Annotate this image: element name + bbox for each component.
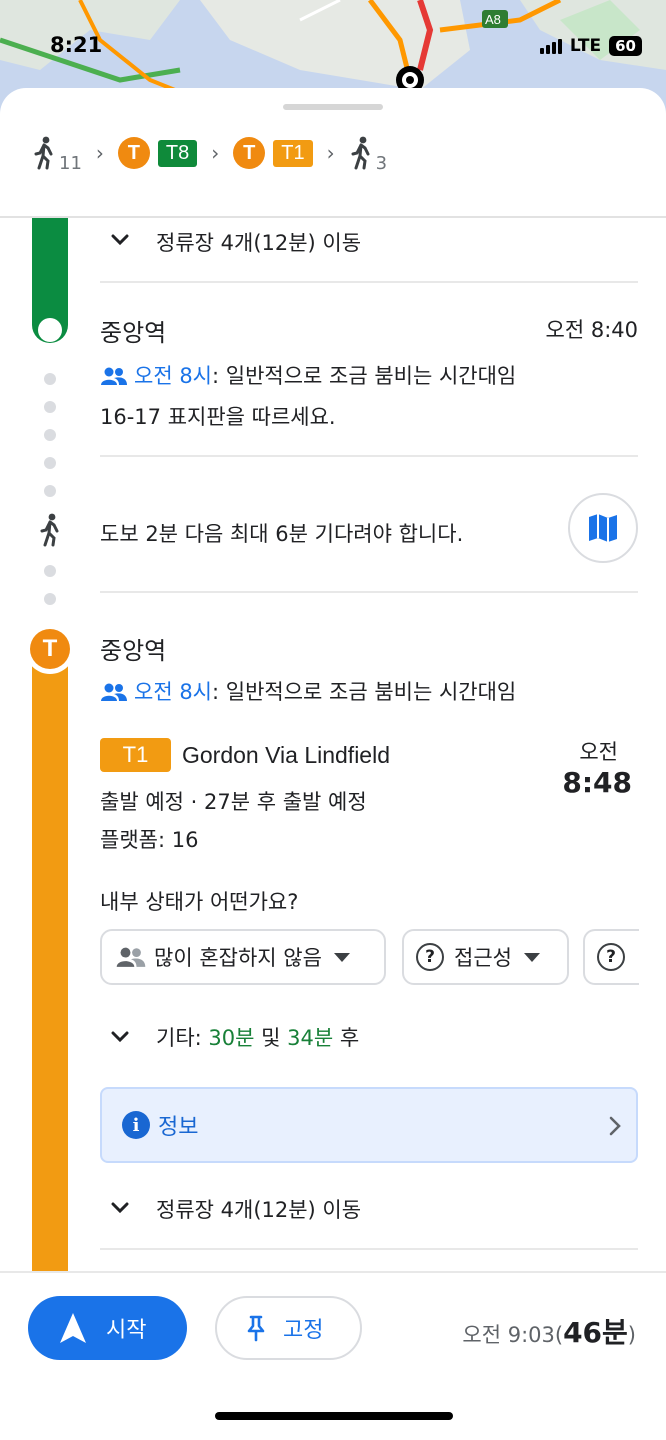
other-departures[interactable]: 기타: 30분 및 34분 후 xyxy=(156,1022,359,1052)
info-banner[interactable]: i 정보 xyxy=(100,1087,638,1163)
route-summary: 11 › T T8 › T T1 › 3 xyxy=(32,136,387,174)
departure-period: 오전 xyxy=(579,740,618,764)
departure-station-name: 중앙역 xyxy=(100,637,167,665)
people-icon xyxy=(101,683,127,701)
caret-down-icon xyxy=(523,952,540,962)
bottom-action-bar: 시작 고정 오전 9:03(46분) xyxy=(0,1271,666,1440)
network-label: LTE xyxy=(569,36,602,56)
road-label: A8 xyxy=(485,12,501,27)
walk-icon xyxy=(34,136,53,170)
crowd-time: 오전 8시 xyxy=(134,364,212,388)
divider xyxy=(100,1248,638,1250)
help-icon: ? xyxy=(597,943,625,971)
navigation-arrow-icon xyxy=(60,1313,86,1343)
walk-dot xyxy=(44,373,56,385)
pin-button-label: 고정 xyxy=(283,1318,324,1343)
divider xyxy=(100,591,638,593)
pin-button[interactable]: 고정 xyxy=(215,1296,362,1360)
arrival-time-text: 오전 9:03( xyxy=(462,1323,564,1347)
train-icon: T xyxy=(30,629,70,669)
walk-dot xyxy=(44,593,56,605)
divider xyxy=(100,281,638,283)
signal-icon xyxy=(539,38,562,54)
t1-line xyxy=(32,654,68,1276)
chevron-right-icon: › xyxy=(211,141,220,165)
train-icon: T xyxy=(117,137,150,169)
start-button-label: 시작 xyxy=(106,1318,147,1343)
other-departures-suffix: 후 xyxy=(333,1026,360,1050)
chevron-right-icon xyxy=(609,1116,621,1136)
transfer-text: 도보 2분 다음 최대 6분 기다려야 합니다. xyxy=(100,522,464,546)
crowd-time: 오전 8시 xyxy=(134,680,212,704)
divider xyxy=(100,455,638,457)
info-label: 정보 xyxy=(158,1115,199,1140)
other-departure-time: 30분 xyxy=(208,1026,255,1050)
stops-expander[interactable]: 정류장 4개(12분) 이동 xyxy=(156,227,361,257)
departure-time: 8:48 xyxy=(562,766,632,799)
status-time: 8:21 xyxy=(50,33,103,57)
other-departures-conj: 및 xyxy=(254,1026,288,1050)
walk-end: 3 xyxy=(349,136,387,174)
accessibility-chip-label: 접근성 xyxy=(454,946,512,970)
walk-dot xyxy=(44,401,56,413)
walk-icon xyxy=(351,136,370,170)
stop-node xyxy=(38,318,62,342)
chevron-right-icon: › xyxy=(95,141,104,165)
crowd-info: 오전 8시: 일반적으로 조금 붐비는 시간대임 xyxy=(100,676,516,706)
train-destination[interactable]: Gordon Via Lindfield xyxy=(182,742,390,769)
departure-status: 출발 예정 · 27분 후 출발 예정 xyxy=(100,790,367,814)
start-button[interactable]: 시작 xyxy=(28,1296,187,1360)
walk-start: 11 xyxy=(32,136,82,174)
pin-icon xyxy=(247,1315,265,1342)
walk-dot xyxy=(44,429,56,441)
walk-end-minutes: 3 xyxy=(375,153,388,174)
drag-handle[interactable] xyxy=(283,104,383,110)
line-badge-t1: T1 xyxy=(273,139,313,167)
chevron-down-icon[interactable] xyxy=(108,1025,132,1049)
crowding-chip[interactable]: 많이 혼잡하지 않음 xyxy=(100,929,386,985)
accessibility-chip[interactable]: ? 접근성 xyxy=(402,929,569,985)
walk-icon xyxy=(40,513,59,547)
map-button[interactable] xyxy=(568,493,638,563)
train-icon: T xyxy=(233,137,266,169)
people-icon xyxy=(101,367,127,385)
chevron-down-icon[interactable] xyxy=(108,1196,132,1220)
other-departures-prefix: 기타: xyxy=(156,1026,209,1050)
battery-icon: 60 xyxy=(609,36,642,56)
arrival-suffix: ) xyxy=(627,1323,636,1347)
people-icon xyxy=(116,947,146,967)
more-chip[interactable]: ? xyxy=(583,929,639,985)
stops-expander[interactable]: 정류장 4개(12분) 이동 xyxy=(156,1194,361,1224)
status-icons: LTE 60 xyxy=(539,36,642,56)
crowd-text: : 일반적으로 조금 붐비는 시간대임 xyxy=(212,364,517,388)
signage-instruction: 16-17 표지판을 따르세요. xyxy=(100,405,336,429)
arrival-time: 오전 8:40 xyxy=(545,318,638,342)
crowding-chip-label: 많이 혼잡하지 않음 xyxy=(154,946,322,970)
home-indicator[interactable] xyxy=(215,1412,453,1420)
walk-start-minutes: 11 xyxy=(59,153,82,174)
info-icon: i xyxy=(122,1111,150,1139)
feedback-question: 내부 상태가 어떤가요? xyxy=(100,890,299,914)
arrival-summary: 오전 9:03(46분) xyxy=(462,1311,636,1351)
trip-duration: 46분 xyxy=(563,1316,628,1349)
crowd-info: 오전 8시: 일반적으로 조금 붐비는 시간대임 xyxy=(100,360,516,390)
divider xyxy=(0,216,666,218)
walk-dot xyxy=(44,485,56,497)
platform-info: 플랫폼: 16 xyxy=(100,828,199,852)
line-badge-t1: T1 xyxy=(100,738,171,772)
walk-dot xyxy=(44,457,56,469)
help-icon: ? xyxy=(416,943,444,971)
caret-down-icon xyxy=(333,952,350,962)
chevron-down-icon[interactable] xyxy=(108,228,132,252)
arrival-station-name: 중앙역 xyxy=(100,319,167,347)
walk-dot xyxy=(44,565,56,577)
map-icon xyxy=(589,514,617,542)
crowd-text: : 일반적으로 조금 붐비는 시간대임 xyxy=(212,680,517,704)
station-node: T xyxy=(25,624,75,674)
chevron-right-icon: › xyxy=(326,141,335,165)
line-badge-t8: T8 xyxy=(157,139,198,167)
other-departure-time: 34분 xyxy=(287,1026,334,1050)
